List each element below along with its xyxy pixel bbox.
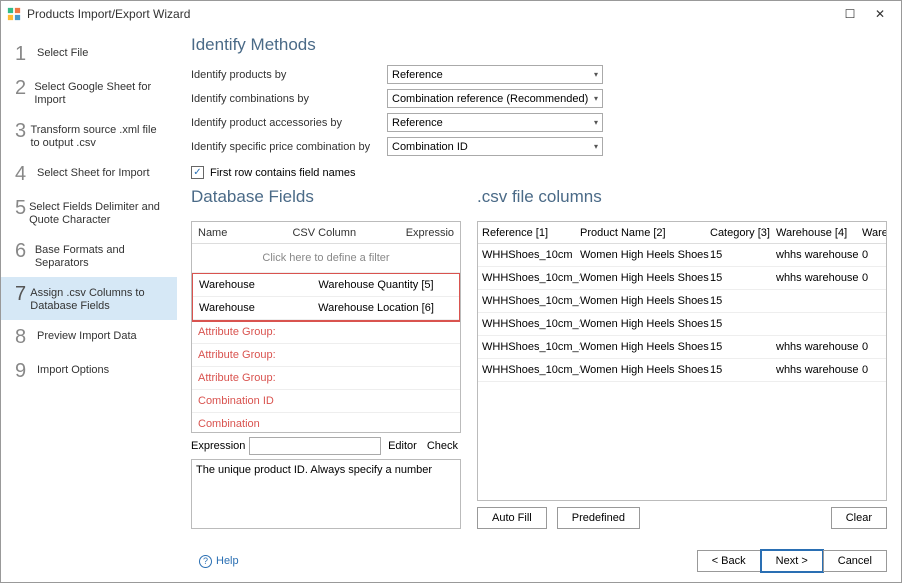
sidebar-step-6[interactable]: 6Base Formats and Separators [1,234,177,277]
dbfield-row[interactable]: Attribute Group: [192,321,460,344]
clear-button[interactable]: Clear [831,507,887,529]
app-logo-icon [7,7,21,21]
help-link[interactable]: ? Help [199,555,239,568]
col-category[interactable]: Category [3] [706,227,772,239]
chevron-down-icon: ▾ [594,118,598,127]
next-button[interactable]: Next > [761,550,823,572]
col-csv[interactable]: CSV Column [286,227,399,239]
identify-select[interactable]: Combination reference (Recommended)▾ [387,89,603,108]
dbfield-row[interactable]: Combination ID [192,390,460,413]
identify-title: Identify Methods [191,35,887,55]
checkmark-icon: ✓ [191,166,204,179]
csv-grid: Reference [1] Product Name [2] Category … [477,221,887,501]
chevron-down-icon: ▾ [594,70,598,79]
wizard-steps-sidebar: 1Select File2Select Google Sheet for Imp… [1,27,177,582]
identify-select[interactable]: Reference▾ [387,113,603,132]
col-expr[interactable]: Expressio [400,227,460,239]
window-title: Products Import/Export Wizard [27,7,835,21]
col-product-name[interactable]: Product Name [2] [576,227,706,239]
sidebar-step-7[interactable]: 7Assign .csv Columns to Database Fields [1,277,177,320]
csv-title: .csv file columns [477,187,887,207]
first-row-checkbox[interactable]: ✓ First row contains field names [191,166,887,179]
dbfields-title: Database Fields [191,187,461,207]
maximize-button[interactable]: ☐ [835,7,865,21]
dbfield-row[interactable]: Combination [192,413,460,432]
help-icon: ? [199,555,212,568]
autofill-button[interactable]: Auto Fill [477,507,547,529]
col-warehouse-2[interactable]: Warehouse [858,227,878,239]
chevron-down-icon: ▾ [594,94,598,103]
back-button[interactable]: < Back [697,550,761,572]
predefined-button[interactable]: Predefined [557,507,640,529]
filter-row[interactable]: Click here to define a filter [192,244,460,273]
check-button[interactable]: Check [424,440,461,452]
dbfields-header: Name CSV Column Expressio [192,222,460,244]
col-reference[interactable]: Reference [1] [478,227,576,239]
sidebar-step-4[interactable]: 4Select Sheet for Import [1,157,177,191]
col-name[interactable]: Name [192,227,286,239]
sidebar-step-2[interactable]: 2Select Google Sheet for Import [1,71,177,114]
csv-row[interactable]: WHHShoes_10cm_15Women High Heels Shoes15… [478,359,886,382]
dbfield-row[interactable]: Attribute Group: [192,367,460,390]
identify-select[interactable]: Combination ID▾ [387,137,603,156]
csv-header: Reference [1] Product Name [2] Category … [478,222,886,244]
dbfield-row[interactable]: Attribute Group: [192,344,460,367]
dbfields-grid: Name CSV Column Expressio Click here to … [191,221,461,433]
csv-row[interactable]: WHHShoes_10cm_13Women High Heels Shoes15 [478,313,886,336]
titlebar: Products Import/Export Wizard ☐ ✕ [1,1,901,27]
chevron-down-icon: ▾ [594,142,598,151]
identify-label: Identify combinations by [191,93,387,105]
identify-label: Identify products by [191,69,387,81]
field-description: The unique product ID. Always specify a … [191,459,461,529]
csv-row[interactable]: WHHShoes_10cm_14Women High Heels Shoes15… [478,336,886,359]
sidebar-step-8[interactable]: 8Preview Import Data [1,320,177,354]
editor-button[interactable]: Editor [385,440,420,452]
sidebar-step-9[interactable]: 9Import Options [1,354,177,388]
expression-label: Expression [191,440,245,452]
col-warehouse[interactable]: Warehouse [4] [772,227,858,239]
expression-input[interactable] [249,437,381,455]
csv-row[interactable]: WHHShoes_10cm_1Women High Heels Shoes15w… [478,267,886,290]
cancel-button[interactable]: Cancel [823,550,887,572]
identify-select[interactable]: Reference▾ [387,65,603,84]
identify-label: Identify product accessories by [191,117,387,129]
identify-section: Identify Methods Identify products byRef… [191,35,887,187]
close-button[interactable]: ✕ [865,7,895,21]
checkbox-label: First row contains field names [210,167,356,179]
csv-row[interactable]: WHHShoes_10cm_12Women High Heels Shoes15 [478,290,886,313]
sidebar-step-1[interactable]: 1Select File [1,37,177,71]
csv-row[interactable]: WHHShoes_10cmWomen High Heels Shoes15whh… [478,244,886,267]
dbfield-row[interactable]: WarehouseWarehouse Location [6] [193,297,459,320]
identify-label: Identify specific price combination by [191,141,387,153]
sidebar-step-5[interactable]: 5Select Fields Delimiter and Quote Chara… [1,191,177,234]
dbfield-row[interactable]: WarehouseWarehouse Quantity [5] [193,274,459,297]
sidebar-step-3[interactable]: 3Transform source .xml file to output .c… [1,114,177,157]
